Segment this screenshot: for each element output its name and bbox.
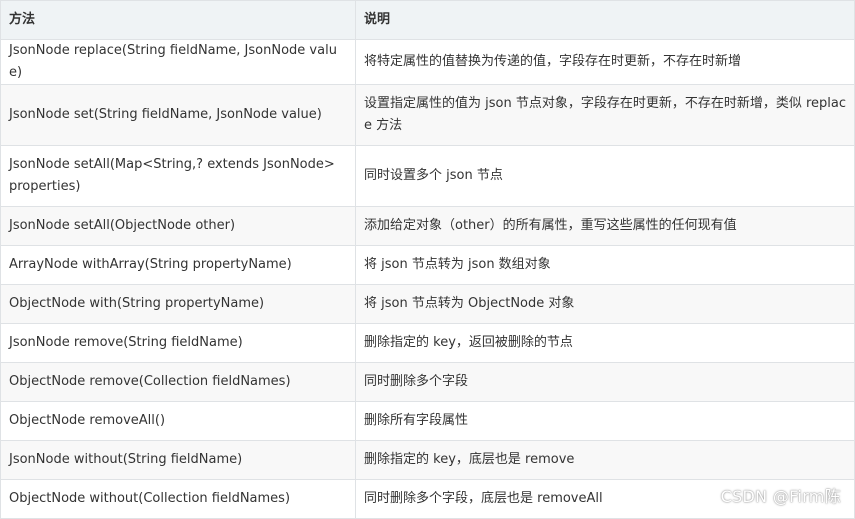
description-cell: 删除所有字段属性 bbox=[355, 401, 855, 441]
table-row: JsonNode set(String fieldName, JsonNode … bbox=[0, 84, 855, 146]
description-cell: 同时设置多个 json 节点 bbox=[355, 145, 855, 207]
header-row: 方法 说明 bbox=[0, 0, 855, 40]
table-header: 方法 说明 bbox=[0, 0, 855, 40]
method-cell: JsonNode replace(String fieldName, JsonN… bbox=[0, 39, 356, 85]
method-cell: ObjectNode without(Collection fieldNames… bbox=[0, 479, 356, 519]
description-cell: 添加给定对象（other）的所有属性，重写这些属性的任何现有值 bbox=[355, 206, 855, 246]
table-row: JsonNode setAll(ObjectNode other) 添加给定对象… bbox=[0, 206, 855, 246]
table-row: ObjectNode removeAll() 删除所有字段属性 bbox=[0, 401, 855, 441]
csdn-watermark: CSDN @Firm陈 bbox=[720, 487, 841, 506]
table-row: JsonNode remove(String fieldName) 删除指定的 … bbox=[0, 323, 855, 363]
description-cell: 将 json 节点转为 ObjectNode 对象 bbox=[355, 284, 855, 324]
description-cell: 同时删除多个字段 bbox=[355, 362, 855, 402]
table-row: JsonNode replace(String fieldName, JsonN… bbox=[0, 39, 855, 85]
table-row: JsonNode setAll(Map<String,? extends Jso… bbox=[0, 145, 855, 207]
method-cell: JsonNode setAll(ObjectNode other) bbox=[0, 206, 356, 246]
method-cell: ObjectNode remove(Collection fieldNames) bbox=[0, 362, 356, 402]
header-description: 说明 bbox=[355, 0, 855, 40]
description-cell: 将 json 节点转为 json 数组对象 bbox=[355, 245, 855, 285]
description-cell: 设置指定属性的值为 json 节点对象，字段存在时更新，不存在时新增，类似 re… bbox=[355, 84, 855, 146]
table-row: ArrayNode withArray(String propertyName)… bbox=[0, 245, 855, 285]
description-cell: 删除指定的 key，返回被删除的节点 bbox=[355, 323, 855, 363]
table-row: JsonNode without(String fieldName) 删除指定的… bbox=[0, 440, 855, 480]
method-cell: ObjectNode with(String propertyName) bbox=[0, 284, 356, 324]
method-cell: JsonNode setAll(Map<String,? extends Jso… bbox=[0, 145, 356, 207]
method-cell: ArrayNode withArray(String propertyName) bbox=[0, 245, 356, 285]
description-cell: 将特定属性的值替换为传递的值，字段存在时更新，不存在时新增 bbox=[355, 39, 855, 85]
method-cell: JsonNode remove(String fieldName) bbox=[0, 323, 356, 363]
header-method: 方法 bbox=[0, 0, 356, 40]
methods-table: 方法 说明 JsonNode replace(String fieldName,… bbox=[0, 0, 855, 519]
method-cell: JsonNode without(String fieldName) bbox=[0, 440, 356, 480]
method-cell: ObjectNode removeAll() bbox=[0, 401, 356, 441]
description-cell: 删除指定的 key，底层也是 remove bbox=[355, 440, 855, 480]
table-body: JsonNode replace(String fieldName, JsonN… bbox=[0, 39, 855, 519]
method-cell: JsonNode set(String fieldName, JsonNode … bbox=[0, 84, 356, 146]
table-row: ObjectNode with(String propertyName) 将 j… bbox=[0, 284, 855, 324]
table-row: ObjectNode remove(Collection fieldNames)… bbox=[0, 362, 855, 402]
